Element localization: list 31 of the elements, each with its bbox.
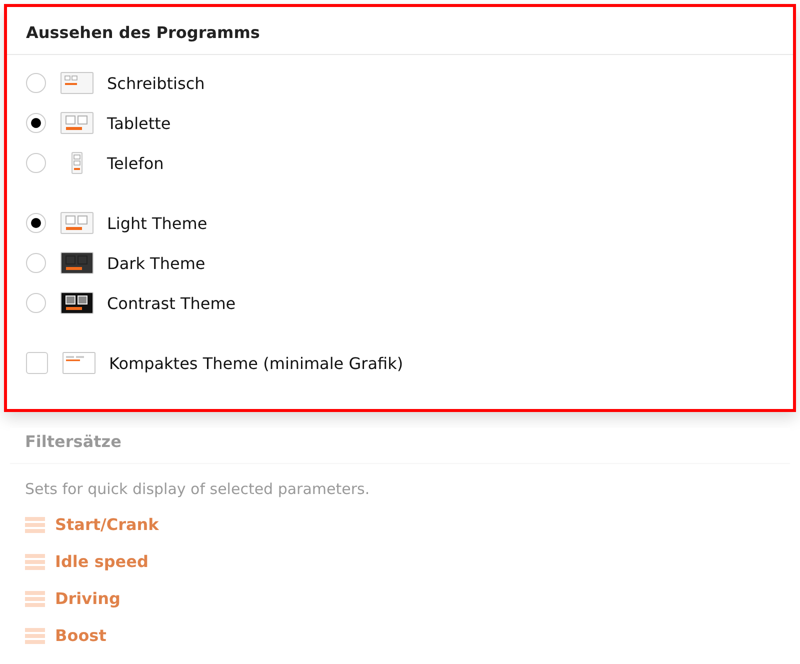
option-label: Light Theme <box>107 214 208 232</box>
theme-preview-icon <box>60 211 94 235</box>
filter-set-link[interactable]: Start/Crank <box>25 506 775 543</box>
option-label: Contrast Theme <box>107 294 236 312</box>
radio-button[interactable] <box>26 153 46 173</box>
checkbox[interactable] <box>26 352 48 374</box>
option-label: Telefon <box>107 154 164 172</box>
option-label: Kompaktes Theme (minimale Grafik) <box>109 354 404 372</box>
theme-preview-icon <box>60 251 94 275</box>
list-icon <box>25 516 45 532</box>
panel-title: Aussehen des Programms <box>7 7 793 55</box>
radio-button[interactable] <box>26 213 46 233</box>
desktop-layout-icon <box>60 71 94 95</box>
compact-theme-icon <box>62 351 96 375</box>
list-icon <box>25 554 45 570</box>
radio-button[interactable] <box>26 113 46 133</box>
filter-set-link[interactable]: Driving <box>25 580 775 617</box>
radio-button[interactable] <box>26 253 46 273</box>
card-title: Filtersätze <box>10 428 790 464</box>
radio-button[interactable] <box>26 293 46 313</box>
list-icon <box>25 590 45 606</box>
theme-preview-icon <box>60 291 94 315</box>
option-label: Tablette <box>107 114 171 132</box>
description-text: Sets for quick display of selected parameters. <box>25 480 371 498</box>
filter-set-link[interactable]: Idle speed <box>25 543 775 580</box>
list-icon <box>25 628 45 644</box>
option-label: Schreibtisch <box>107 74 205 92</box>
filter-set-link[interactable]: Boost <box>25 617 775 654</box>
option-label: Dark Theme <box>107 254 206 272</box>
radio-button[interactable] <box>26 73 46 93</box>
layout-preview-icon <box>60 111 94 135</box>
